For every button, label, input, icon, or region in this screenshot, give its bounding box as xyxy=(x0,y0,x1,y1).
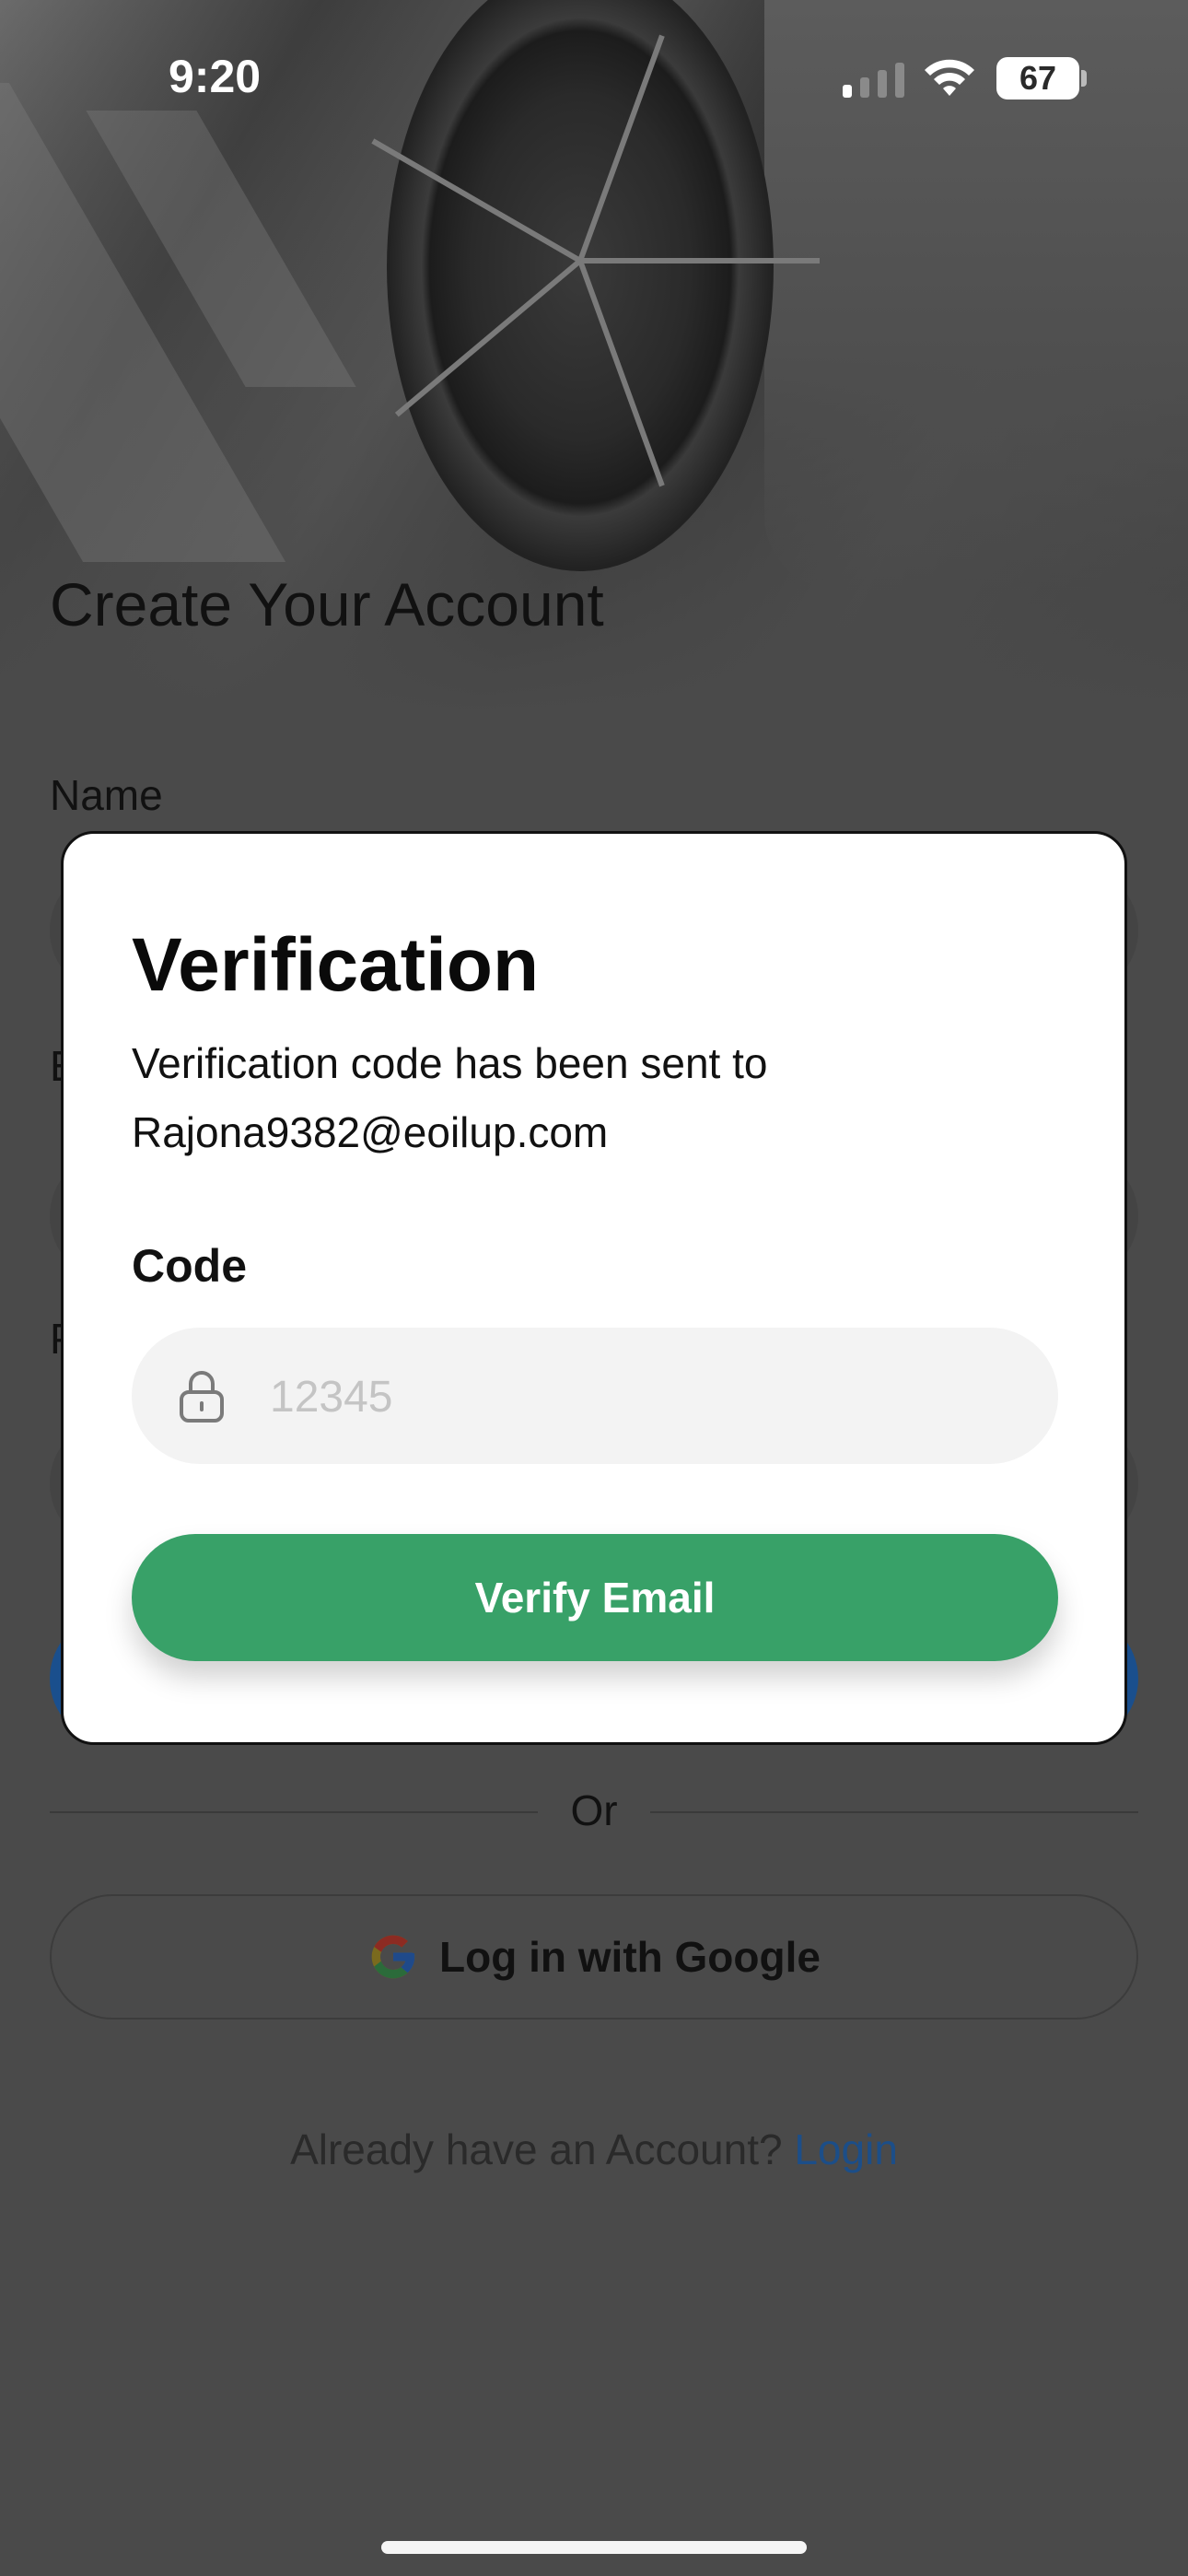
google-login-button[interactable]: Log in with Google xyxy=(50,1894,1138,2020)
code-field[interactable] xyxy=(132,1328,1058,1466)
battery-icon: 67 xyxy=(996,57,1079,100)
name-label: Name xyxy=(50,771,163,819)
page-title: Create Your Account xyxy=(50,570,604,638)
modal-title: Verification xyxy=(132,923,540,1007)
verification-modal: Verification Verification code has been … xyxy=(61,831,1127,1745)
wifi-icon xyxy=(925,59,974,96)
google-icon xyxy=(371,1935,415,1979)
status-time: 9:20 xyxy=(169,51,262,102)
login-link[interactable]: Login xyxy=(794,2125,898,2173)
signal-icon xyxy=(843,63,904,98)
modal-description: Verification code has been sent to Rajon… xyxy=(132,1039,768,1156)
divider-line-right xyxy=(650,1811,1138,1813)
hero-wheel-spoke xyxy=(580,258,820,263)
divider-or: Or xyxy=(570,1786,618,1834)
home-indicator[interactable] xyxy=(381,2541,807,2554)
code-input[interactable] xyxy=(268,1328,1027,1466)
divider-line-left xyxy=(50,1811,538,1813)
login-prompt-row: Already have an Account? Login xyxy=(0,2125,1188,2174)
battery-tip xyxy=(1081,70,1087,87)
lock-icon xyxy=(180,1371,224,1423)
login-prompt-text: Already have an Account? xyxy=(290,2125,795,2173)
code-label: Code xyxy=(132,1240,247,1292)
google-login-label: Log in with Google xyxy=(439,1933,821,1981)
verify-email-button[interactable]: Verify Email xyxy=(132,1534,1058,1661)
